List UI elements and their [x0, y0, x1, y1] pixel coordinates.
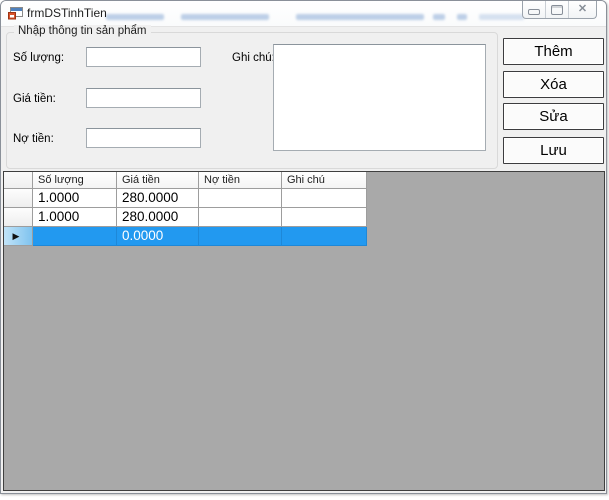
- minimize-button[interactable]: [523, 1, 545, 18]
- cell-note[interactable]: [282, 208, 367, 227]
- datagrid[interactable]: Số lượng Giá tiền Nợ tiền Ghi chú 1.0000…: [3, 171, 605, 491]
- cell-debt[interactable]: [199, 208, 282, 227]
- price-input[interactable]: [86, 88, 201, 108]
- row-header[interactable]: [4, 189, 33, 208]
- column-header-quantity[interactable]: Số lượng: [33, 172, 117, 189]
- datagrid-corner-cell[interactable]: [4, 172, 33, 189]
- background-glass-smudge: [106, 14, 164, 20]
- maximize-icon: [551, 5, 563, 15]
- window-title: frmDSTinhTien: [27, 6, 107, 20]
- table-row-selected[interactable]: ▶ 0.0000: [4, 227, 367, 246]
- background-glass-smudge: [457, 14, 467, 20]
- cell-note[interactable]: [282, 189, 367, 208]
- maximize-button[interactable]: [545, 1, 568, 18]
- background-glass-smudge: [479, 14, 524, 20]
- save-button[interactable]: Lưu: [503, 137, 604, 164]
- cell-quantity[interactable]: 1.0000: [33, 208, 117, 227]
- cell-quantity[interactable]: 1.0000: [33, 189, 117, 208]
- table-row[interactable]: 1.0000 280.0000: [4, 189, 367, 208]
- note-input[interactable]: [273, 44, 486, 151]
- datagrid-table: Số lượng Giá tiền Nợ tiền Ghi chú 1.0000…: [4, 172, 367, 246]
- column-header-debt[interactable]: Nợ tiền: [199, 172, 282, 189]
- cell-note[interactable]: [282, 227, 367, 246]
- note-label: Ghi chú:: [232, 52, 275, 64]
- cell-price[interactable]: 280.0000: [117, 208, 199, 227]
- debt-label: Nợ tiền:: [13, 133, 54, 145]
- add-button[interactable]: Thêm: [503, 38, 604, 65]
- title-bar[interactable]: frmDSTinhTien ✕: [1, 1, 606, 27]
- cell-quantity[interactable]: [33, 227, 117, 246]
- debt-input[interactable]: [86, 128, 201, 148]
- column-header-price[interactable]: Giá tiền: [117, 172, 199, 189]
- edit-button[interactable]: Sửa: [503, 103, 604, 130]
- form-icon: [7, 5, 23, 21]
- column-header-note[interactable]: Ghi chú: [282, 172, 367, 189]
- row-header-current[interactable]: ▶: [4, 227, 33, 246]
- caption-buttons: ✕: [522, 1, 597, 19]
- datagrid-header-row: Số lượng Giá tiền Nợ tiền Ghi chú: [4, 172, 367, 189]
- app-window: frmDSTinhTien ✕ Nhập thông tin sản phẩm …: [0, 0, 607, 494]
- screen: frmDSTinhTien ✕ Nhập thông tin sản phẩm …: [0, 0, 609, 500]
- cell-price[interactable]: 280.0000: [117, 189, 199, 208]
- price-label: Giá tiền:: [13, 93, 56, 105]
- background-glass-smudge: [433, 14, 445, 20]
- row-header[interactable]: [4, 208, 33, 227]
- minimize-icon: [528, 9, 540, 15]
- quantity-label: Số lượng:: [13, 52, 64, 64]
- groupbox-title: Nhập thông tin sản phẩm: [14, 25, 151, 37]
- cell-debt[interactable]: [199, 227, 282, 246]
- background-glass-smudge: [296, 14, 424, 20]
- current-row-arrow-icon: ▶: [13, 232, 20, 241]
- close-button[interactable]: ✕: [568, 1, 596, 18]
- quantity-input[interactable]: [86, 47, 201, 67]
- table-row[interactable]: 1.0000 280.0000: [4, 208, 367, 227]
- cell-price[interactable]: 0.0000: [117, 227, 199, 246]
- cell-debt[interactable]: [199, 189, 282, 208]
- close-icon: ✕: [578, 4, 587, 15]
- delete-button[interactable]: Xóa: [503, 71, 604, 98]
- background-glass-smudge: [181, 14, 269, 20]
